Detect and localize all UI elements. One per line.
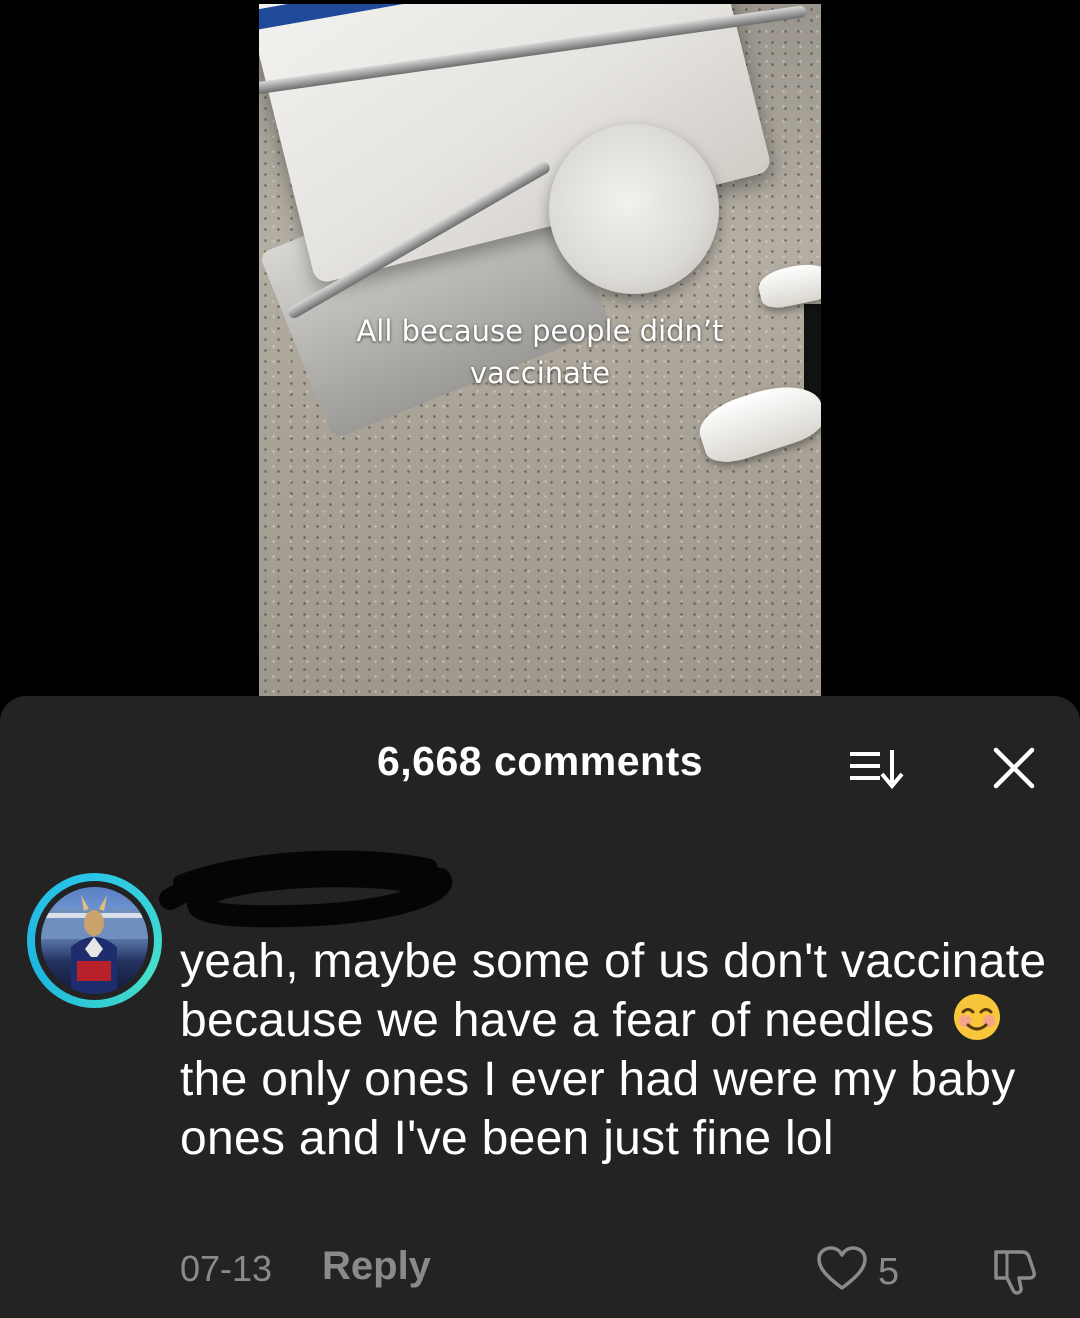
close-icon[interactable] xyxy=(992,746,1036,790)
comment-text-part: the only ones I ever had were my baby on… xyxy=(180,1053,1016,1165)
reply-button[interactable]: Reply xyxy=(322,1244,431,1289)
avatar[interactable] xyxy=(27,873,162,1008)
comment-text: yeah, maybe some of us don't vaccinate b… xyxy=(180,932,1060,1168)
video-frame[interactable]: All because people didn’t vaccinate xyxy=(259,4,821,696)
sort-icon[interactable] xyxy=(850,748,904,790)
video-caption-line: All because people didn’t xyxy=(356,314,724,348)
like-count: 5 xyxy=(878,1251,900,1293)
smiling-face-emoji-icon xyxy=(954,994,1001,1040)
video-caption: All because people didn’t vaccinate xyxy=(259,310,821,394)
comments-sheet: 6,668 comments yeah, maybe some of us do… xyxy=(0,696,1080,1318)
avatar-figure xyxy=(41,895,148,994)
video-caption-line: vaccinate xyxy=(469,356,611,390)
comment-text-part: yeah, maybe some of us don't vaccinate b… xyxy=(180,935,1047,1047)
heart-icon[interactable] xyxy=(816,1246,868,1292)
dislike-icon[interactable] xyxy=(988,1244,1042,1298)
comments-count-title: 6,668 comments xyxy=(376,738,704,784)
username-redacted[interactable] xyxy=(150,844,470,934)
avatar-image xyxy=(41,887,148,994)
bed-wheel xyxy=(549,124,719,294)
comment-date: 07-13 xyxy=(180,1248,273,1289)
avatar-inner xyxy=(35,881,154,1000)
